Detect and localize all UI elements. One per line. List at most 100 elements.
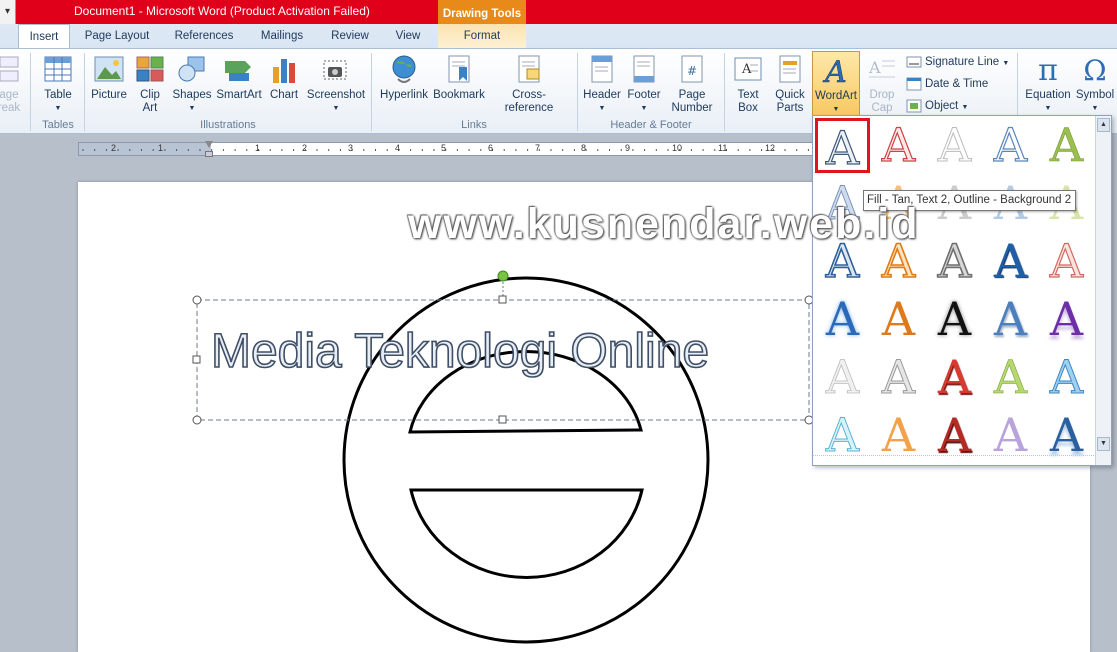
hyperlink-button[interactable]: Hyperlink — [376, 53, 432, 102]
ruler-number: 10 — [672, 143, 683, 153]
ribbon-tab-row: Insert Page Layout References Mailings R… — [0, 24, 1117, 49]
wordart-style-gray-bevel-outline[interactable]: A — [927, 233, 982, 289]
date-time-button[interactable]: Date & Time — [906, 74, 988, 94]
quick-parts-button[interactable]: Quick Parts — [770, 53, 810, 115]
gallery-scrollbar[interactable]: ▲ ▼ — [1095, 116, 1111, 465]
first-line-indent-marker[interactable] — [205, 141, 213, 148]
horizontal-ruler[interactable]: 2 1 1 2 3 4 5 6 7 8 9 10 11 12 — [78, 141, 813, 157]
signature-line-label: Signature Line — [925, 56, 1000, 68]
equation-button[interactable]: π Equation ▼ — [1022, 53, 1074, 115]
group-label-illustrations: Illustrations — [200, 119, 256, 131]
smartart-button[interactable]: SmartArt — [214, 53, 264, 102]
wordart-style-green-fill[interactable]: A — [1039, 118, 1094, 173]
resize-handle[interactable] — [192, 355, 201, 364]
wordart-icon: A — [820, 54, 852, 91]
drop-cap-button[interactable]: A Drop Cap — [862, 53, 902, 115]
text-box-button[interactable]: A Text Box — [728, 53, 768, 115]
title-bar: ▾ Document1 - Microsoft Word (Product Ac… — [0, 0, 1117, 24]
ruler-number: 5 — [441, 143, 447, 153]
table-button[interactable]: Table ▼ — [38, 53, 78, 115]
wordart-style-pink-outline[interactable]: A — [1039, 233, 1094, 289]
ruler-ticks — [82, 149, 809, 151]
watermark-text: www.kusnendar.web.id — [408, 200, 920, 248]
picture-button[interactable]: Picture — [88, 53, 130, 102]
shapes-icon — [176, 53, 208, 85]
wordart-style-black-glow[interactable]: A — [927, 292, 982, 347]
resize-handle[interactable] — [192, 415, 202, 425]
resize-handle[interactable] — [498, 415, 507, 424]
tab-insert[interactable]: Insert — [18, 24, 70, 49]
left-indent-marker[interactable] — [205, 151, 213, 157]
wordart-text[interactable]: Media Teknologi Online — [210, 324, 710, 379]
resize-handle[interactable] — [498, 295, 507, 304]
wordart-style-white-outline[interactable]: A — [927, 118, 982, 173]
system-menu-icon[interactable]: ▾ — [0, 0, 16, 24]
wordart-style-red-bevel[interactable]: A — [927, 350, 982, 405]
date-time-label: Date & Time — [925, 78, 989, 90]
bookmark-button[interactable]: Bookmark — [432, 53, 486, 102]
footer-label: Footer — [627, 89, 661, 101]
wordart-style-blue-outline[interactable]: A — [983, 117, 1038, 173]
screenshot-label: Screenshot — [306, 89, 366, 101]
wordart-style-steel-blue[interactable]: A — [983, 292, 1038, 347]
scroll-down-icon[interactable]: ▼ — [1097, 437, 1110, 451]
svg-text:A: A — [741, 62, 752, 77]
tab-references[interactable]: References — [166, 24, 242, 48]
picture-icon — [93, 53, 125, 85]
wordart-style-orange-fill[interactable]: A — [871, 292, 926, 347]
chart-button[interactable]: Chart — [266, 53, 302, 102]
wordart-style-light-green[interactable]: A — [983, 350, 1038, 405]
clip-art-icon — [134, 53, 166, 85]
tab-mailings[interactable]: Mailings — [250, 24, 314, 48]
pen-icon — [906, 55, 922, 69]
page-break-label-2: reak — [0, 102, 21, 114]
page-break-button[interactable]: age reak — [0, 53, 22, 115]
wordart-style-sky-blue[interactable]: A — [1039, 350, 1094, 405]
wordart-button[interactable]: A WordArt ▼ — [812, 51, 860, 117]
cross-reference-button[interactable]: Cross-reference — [488, 53, 570, 115]
cross-reference-icon — [513, 53, 545, 85]
resize-handle[interactable] — [192, 295, 202, 305]
rotation-handle[interactable] — [497, 270, 509, 282]
wordart-style-red-outline[interactable]: A — [871, 117, 926, 173]
clip-art-button[interactable]: Clip Art — [134, 53, 166, 115]
globe-link-icon — [388, 53, 420, 85]
footer-button[interactable]: Footer ▼ — [624, 53, 664, 115]
smartart-icon — [223, 53, 255, 85]
tab-review[interactable]: Review — [324, 24, 376, 48]
bookmark-label: Bookmark — [433, 89, 485, 101]
dropdown-caret-icon: ▼ — [1044, 105, 1052, 112]
shapes-button[interactable]: Shapes ▼ — [170, 53, 214, 115]
ruler-number: 2 — [111, 143, 117, 153]
page-number-button[interactable]: # Page Number — [664, 53, 720, 115]
header-button[interactable]: Header ▼ — [580, 53, 624, 115]
dropdown-caret-icon: ▼ — [598, 105, 606, 112]
symbol-label: Symbol — [1075, 89, 1115, 101]
quick-parts-label-1: Quick — [775, 89, 805, 101]
bookmark-icon — [443, 53, 475, 85]
smartart-label: SmartArt — [216, 89, 262, 101]
wordart-style-fill-tan-outline[interactable]: A — [815, 118, 870, 176]
wordart-label: WordArt — [815, 90, 857, 102]
signature-line-button[interactable]: Signature Line ▼ — [906, 52, 1009, 72]
wordart-style-silver[interactable]: A — [871, 350, 926, 405]
tab-page-layout[interactable]: Page Layout — [78, 24, 156, 48]
tab-format[interactable]: Format — [438, 24, 526, 48]
ruler-number: 8 — [581, 143, 587, 153]
wordart-gallery[interactable]: A A A A A A A A A A A A A A A A A A A A … — [812, 115, 1112, 466]
text-box-label-2: Box — [738, 102, 758, 114]
wordart-style-white-gray[interactable]: A — [815, 350, 870, 405]
scroll-up-icon[interactable]: ▲ — [1097, 118, 1110, 132]
text-box-label-1: Text — [737, 89, 759, 101]
dropdown-caret-icon: ▼ — [188, 105, 196, 112]
symbol-button[interactable]: Ω Symbol ▼ — [1074, 53, 1116, 115]
dropdown-caret-icon: ▼ — [332, 105, 340, 112]
wordart-style-blue-bevel[interactable]: A — [983, 234, 1038, 289]
ruler-number: 1 — [158, 143, 164, 153]
object-button[interactable]: Object ▼ — [906, 96, 968, 116]
tab-view[interactable]: View — [384, 24, 432, 48]
wordart-style-blue-glow[interactable]: A — [815, 292, 870, 347]
dropdown-caret-icon: ▼ — [1091, 105, 1099, 112]
wordart-style-purple-reflection[interactable]: A — [1039, 292, 1094, 347]
screenshot-button[interactable]: Screenshot ▼ — [304, 53, 368, 115]
